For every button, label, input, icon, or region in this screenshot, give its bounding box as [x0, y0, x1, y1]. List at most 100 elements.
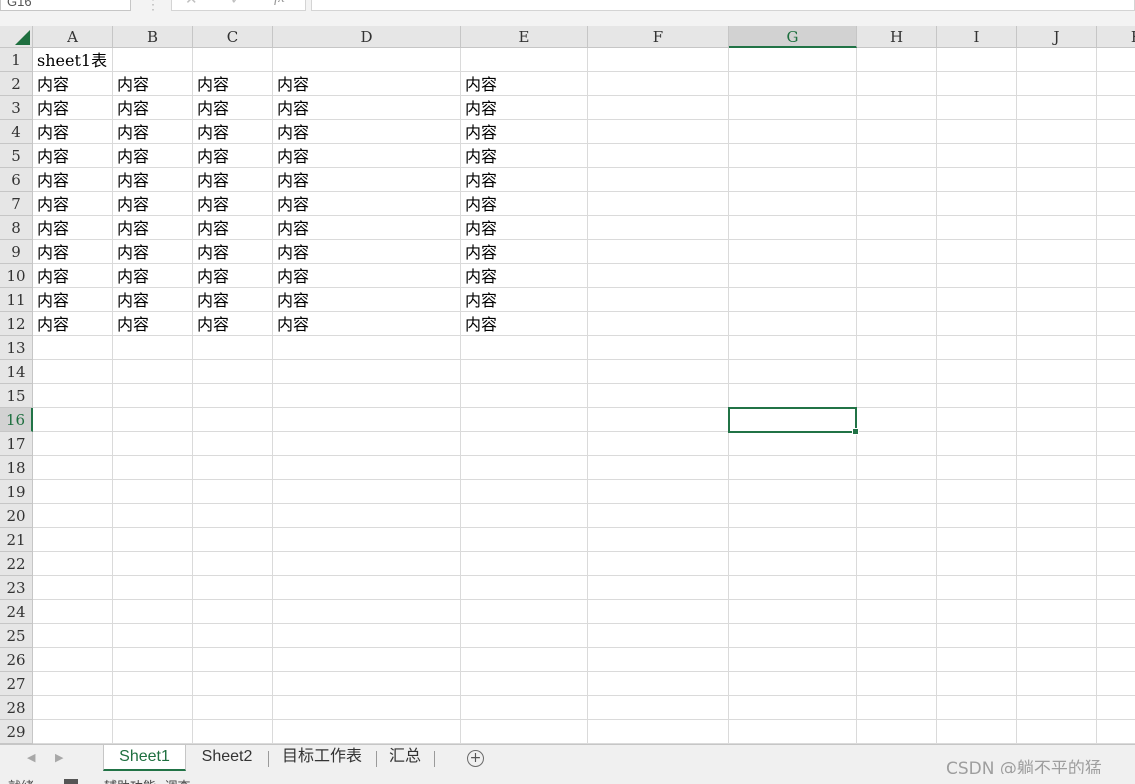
cell-e5[interactable]: 内容: [461, 144, 588, 168]
cell-c8[interactable]: 内容: [193, 216, 273, 240]
row-header-12[interactable]: 12: [0, 312, 33, 336]
cell-a6[interactable]: 内容: [33, 168, 113, 192]
cell-grid[interactable]: sheet1表 内容 内容 内容 内容 内容 内容 内容 内容 内容 内容 内容 内容 内容 内容 内容 内容内…: [33, 48, 1135, 744]
row-header-15[interactable]: 15: [0, 384, 33, 408]
row-header-25[interactable]: 25: [0, 624, 33, 648]
cell-d11[interactable]: 内容: [273, 288, 461, 312]
cell-a2[interactable]: 内容: [33, 72, 113, 96]
active-cell-selection[interactable]: [728, 407, 859, 435]
row-header-22[interactable]: 22: [0, 552, 33, 576]
column-header-g[interactable]: G: [729, 26, 857, 48]
row-header-9[interactable]: 9: [0, 240, 33, 264]
row-header-20[interactable]: 20: [0, 504, 33, 528]
row-header-7[interactable]: 7: [0, 192, 33, 216]
row-header-11[interactable]: 11: [0, 288, 33, 312]
cell-e4[interactable]: 内容: [461, 120, 588, 144]
column-header-c[interactable]: C: [193, 26, 273, 48]
previous-sheet-icon[interactable]: ◀: [27, 751, 35, 764]
row-header-26[interactable]: 26: [0, 648, 33, 672]
select-all-button[interactable]: [0, 26, 33, 48]
row-header-14[interactable]: 14: [0, 360, 33, 384]
macro-record-icon[interactable]: [64, 779, 78, 784]
cell-b10[interactable]: 内容: [113, 264, 193, 288]
cell-a1[interactable]: sheet1表: [33, 48, 113, 72]
cell-d8[interactable]: 内容: [273, 216, 461, 240]
cell-e10[interactable]: 内容: [461, 264, 588, 288]
status-accessibility[interactable]: 辅助功能: 调查: [104, 776, 191, 784]
cell-a5[interactable]: 内容: [33, 144, 113, 168]
cell-b9[interactable]: 内容: [113, 240, 193, 264]
cell-e8[interactable]: 内容: [461, 216, 588, 240]
row-header-10[interactable]: 10: [0, 264, 33, 288]
cell-c4[interactable]: 内容: [193, 120, 273, 144]
name-box[interactable]: G16: [0, 0, 131, 11]
cell-a7[interactable]: 内容: [33, 192, 113, 216]
column-header-a[interactable]: A: [33, 26, 113, 48]
add-sheet-icon[interactable]: +: [467, 750, 484, 767]
cell-d4[interactable]: 内容: [273, 120, 461, 144]
sheet-tab-sheet1[interactable]: Sheet1: [103, 745, 186, 771]
row-header-5[interactable]: 5: [0, 144, 33, 168]
cell-e12[interactable]: 内容: [461, 312, 588, 336]
row-header-6[interactable]: 6: [0, 168, 33, 192]
cell-a4[interactable]: 内容: [33, 120, 113, 144]
cell-c7[interactable]: 内容: [193, 192, 273, 216]
column-header-d[interactable]: D: [273, 26, 461, 48]
cell-c5[interactable]: 内容: [193, 144, 273, 168]
cell-e6[interactable]: 内容: [461, 168, 588, 192]
column-header-j[interactable]: J: [1017, 26, 1097, 48]
cell-a12[interactable]: 内容: [33, 312, 113, 336]
cell-e2[interactable]: 内容: [461, 72, 588, 96]
cell-d12[interactable]: 内容: [273, 312, 461, 336]
sheet-tab-sheet2[interactable]: Sheet2: [188, 745, 266, 771]
cell-a11[interactable]: 内容: [33, 288, 113, 312]
cell-d9[interactable]: 内容: [273, 240, 461, 264]
row-header-17[interactable]: 17: [0, 432, 33, 456]
column-header-k[interactable]: K: [1097, 26, 1135, 48]
column-header-h[interactable]: H: [857, 26, 937, 48]
sheet-tab-target[interactable]: 目标工作表: [272, 745, 372, 771]
cell-d3[interactable]: 内容: [273, 96, 461, 120]
cell-b6[interactable]: 内容: [113, 168, 193, 192]
enter-icon[interactable]: ✓: [230, 0, 243, 8]
cell-b3[interactable]: 内容: [113, 96, 193, 120]
cell-b2[interactable]: 内容: [113, 72, 193, 96]
row-header-28[interactable]: 28: [0, 696, 33, 720]
row-header-29[interactable]: 29: [0, 720, 33, 744]
cell-e9[interactable]: 内容: [461, 240, 588, 264]
formula-input[interactable]: [311, 0, 1135, 11]
cell-a10[interactable]: 内容: [33, 264, 113, 288]
column-header-e[interactable]: E: [461, 26, 588, 48]
cell-b4[interactable]: 内容: [113, 120, 193, 144]
cell-c2[interactable]: 内容: [193, 72, 273, 96]
row-header-4[interactable]: 4: [0, 120, 33, 144]
cell-d6[interactable]: 内容: [273, 168, 461, 192]
fill-handle[interactable]: [852, 428, 859, 435]
cell-a3[interactable]: 内容: [33, 96, 113, 120]
cell-b8[interactable]: 内容: [113, 216, 193, 240]
cell-c6[interactable]: 内容: [193, 168, 273, 192]
cell-c10[interactable]: 内容: [193, 264, 273, 288]
cell-b11[interactable]: 内容: [113, 288, 193, 312]
row-header-13[interactable]: 13: [0, 336, 33, 360]
row-header-1[interactable]: 1: [0, 48, 33, 72]
cell-d5[interactable]: 内容: [273, 144, 461, 168]
cell-b7[interactable]: 内容: [113, 192, 193, 216]
row-header-8[interactable]: 8: [0, 216, 33, 240]
cell-e7[interactable]: 内容: [461, 192, 588, 216]
row-header-19[interactable]: 19: [0, 480, 33, 504]
row-header-21[interactable]: 21: [0, 528, 33, 552]
cell-e11[interactable]: 内容: [461, 288, 588, 312]
cell-e3[interactable]: 内容: [461, 96, 588, 120]
row-header-24[interactable]: 24: [0, 600, 33, 624]
cell-b5[interactable]: 内容: [113, 144, 193, 168]
cell-c11[interactable]: 内容: [193, 288, 273, 312]
insert-function-icon[interactable]: fx: [274, 0, 285, 7]
next-sheet-icon[interactable]: ▶: [55, 751, 63, 764]
column-header-f[interactable]: F: [588, 26, 729, 48]
row-header-16[interactable]: 16: [0, 408, 33, 432]
cell-d10[interactable]: 内容: [273, 264, 461, 288]
row-header-3[interactable]: 3: [0, 96, 33, 120]
cell-d7[interactable]: 内容: [273, 192, 461, 216]
row-header-18[interactable]: 18: [0, 456, 33, 480]
